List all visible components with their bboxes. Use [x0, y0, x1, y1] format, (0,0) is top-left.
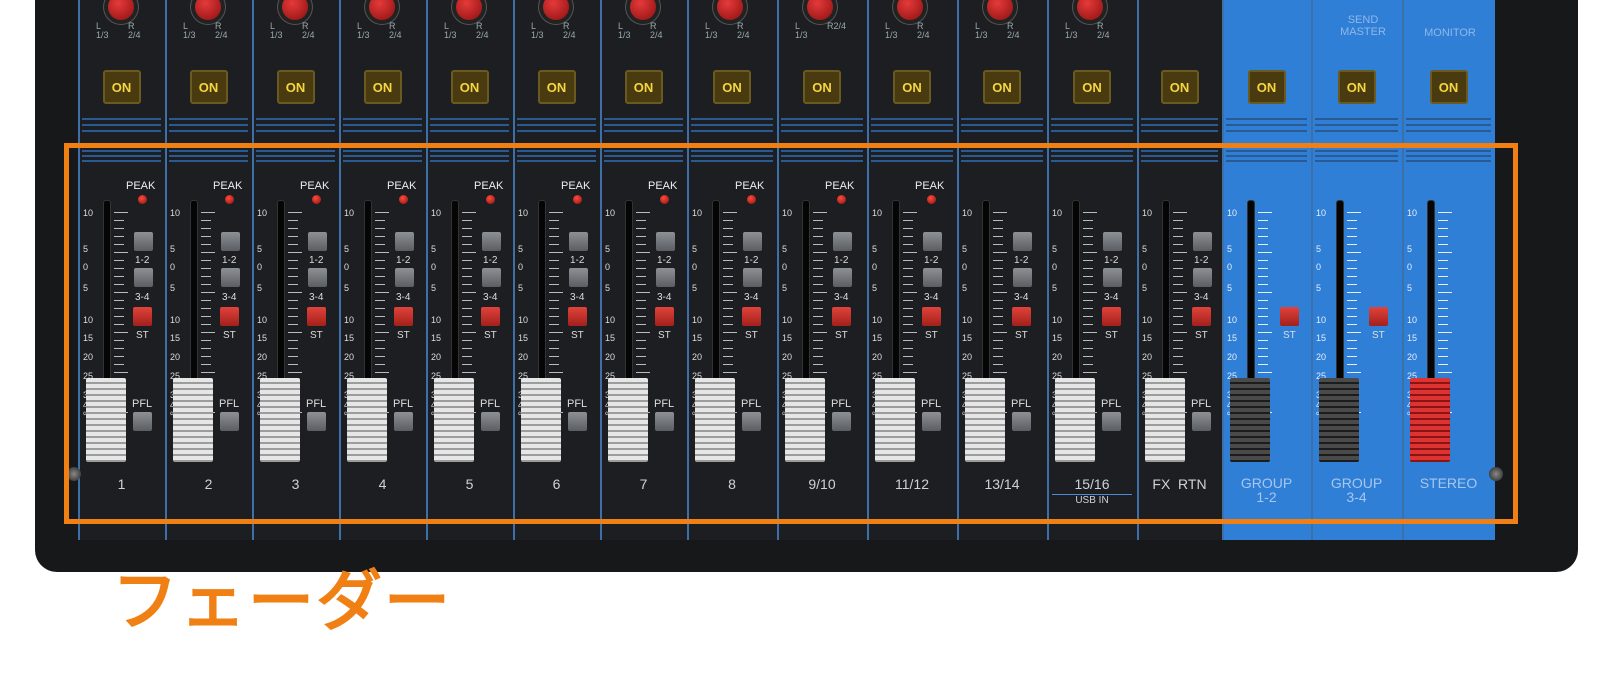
strip-band-line	[871, 118, 953, 120]
pan-label-left: L 1/3	[1065, 21, 1078, 40]
strip-band-line	[691, 118, 773, 120]
on-button[interactable]: ON	[1247, 70, 1286, 104]
pan-label-right: R 2/4	[563, 21, 576, 40]
strip-band-line	[430, 118, 509, 120]
strip-band-line	[604, 124, 683, 126]
strip-band-line	[961, 124, 1043, 126]
pan-label-left: L 1/3	[885, 21, 898, 40]
on-button[interactable]: ON	[537, 70, 576, 104]
strip-band-line	[169, 130, 248, 132]
on-button[interactable]: ON	[102, 70, 141, 104]
pan-label-left: L 1/3	[618, 21, 631, 40]
strip-band-line	[343, 124, 422, 126]
monitor-label: MONITOR	[1424, 27, 1476, 39]
pan-label-right: R 2/4	[1007, 21, 1020, 40]
pan-label-right: R 2/4	[917, 21, 930, 40]
strip-band-line	[1051, 118, 1133, 120]
strip-band-line	[1315, 124, 1398, 126]
caption-fader: フェーダー	[112, 564, 452, 638]
fader-section-highlight	[64, 143, 1518, 524]
strip-band-line	[1406, 118, 1491, 120]
pan-label-right: R 2/4	[215, 21, 228, 40]
strip-band-line	[1406, 124, 1491, 126]
on-button[interactable]: ON	[363, 70, 402, 104]
strip-band-line	[169, 118, 248, 120]
strip-band-line	[1406, 130, 1491, 132]
strip-band-line	[781, 118, 863, 120]
strip-band-line	[1226, 118, 1307, 120]
strip-band-line	[781, 124, 863, 126]
pan-label-left: L 1/3	[531, 21, 544, 40]
pan-label-left: L 1/3	[357, 21, 370, 40]
on-button[interactable]: ON	[1073, 70, 1111, 104]
strip-band-line	[1315, 118, 1398, 120]
strip-band-line	[1226, 124, 1307, 126]
pan-label-right: R 2/4	[128, 21, 141, 40]
strip-band-line	[82, 118, 161, 120]
on-button[interactable]: ON	[893, 70, 931, 104]
strip-band-line	[82, 124, 161, 126]
pan-label-right: R2/4	[827, 21, 847, 31]
strip-band-line	[781, 130, 863, 132]
on-button[interactable]: ON	[1337, 70, 1376, 104]
pan-label-right: R 2/4	[389, 21, 402, 40]
on-button[interactable]: ON	[450, 70, 489, 104]
on-button[interactable]: ON	[276, 70, 315, 104]
strip-band-line	[517, 118, 596, 120]
strip-band-line	[1226, 130, 1307, 132]
pan-label-right: R 2/4	[476, 21, 489, 40]
strip-band-line	[430, 124, 509, 126]
strip-band-line	[1141, 118, 1218, 120]
on-button[interactable]: ON	[1429, 70, 1468, 104]
pan-label-right: R 2/4	[302, 21, 315, 40]
mixer-surface: L 1/3R 2/4ONPEAK10505101520253040∞1-23-4…	[0, 0, 1600, 685]
pan-label-left: L 1/3	[444, 21, 457, 40]
on-button[interactable]: ON	[713, 70, 751, 104]
pan-label-left: L 1/3	[270, 21, 283, 40]
pan-label-left: L 1/3	[96, 21, 109, 40]
pan-label-left: L 1/3	[795, 21, 808, 40]
strip-band-line	[1141, 124, 1218, 126]
strip-band-line	[871, 130, 953, 132]
strip-band-line	[430, 130, 509, 132]
pan-label-right: R 2/4	[737, 21, 750, 40]
send-master-label: SEND MASTER	[1340, 14, 1386, 38]
pan-label-right: R 2/4	[1097, 21, 1110, 40]
pan-label-left: L 1/3	[183, 21, 196, 40]
strip-band-line	[691, 124, 773, 126]
strip-band-line	[256, 130, 335, 132]
strip-band-line	[343, 130, 422, 132]
strip-band-line	[604, 118, 683, 120]
strip-band-line	[604, 130, 683, 132]
strip-band-line	[256, 118, 335, 120]
strip-band-line	[82, 130, 161, 132]
strip-band-line	[517, 130, 596, 132]
strip-band-line	[343, 118, 422, 120]
strip-band-line	[517, 124, 596, 126]
strip-band-line	[961, 118, 1043, 120]
strip-band-line	[1315, 130, 1398, 132]
strip-band-line	[691, 130, 773, 132]
strip-band-line	[1051, 130, 1133, 132]
strip-band-line	[871, 124, 953, 126]
pan-label-left: L 1/3	[975, 21, 988, 40]
on-button[interactable]: ON	[983, 70, 1021, 104]
strip-band-line	[1141, 130, 1218, 132]
on-button[interactable]: ON	[1160, 70, 1199, 104]
on-button[interactable]: ON	[189, 70, 228, 104]
pan-label-right: R 2/4	[650, 21, 663, 40]
pan-label-left: L 1/3	[705, 21, 718, 40]
strip-band-line	[1051, 124, 1133, 126]
on-button[interactable]: ON	[624, 70, 663, 104]
strip-band-line	[169, 124, 248, 126]
strip-band-line	[961, 130, 1043, 132]
strip-band-line	[256, 124, 335, 126]
on-button[interactable]: ON	[803, 70, 841, 104]
